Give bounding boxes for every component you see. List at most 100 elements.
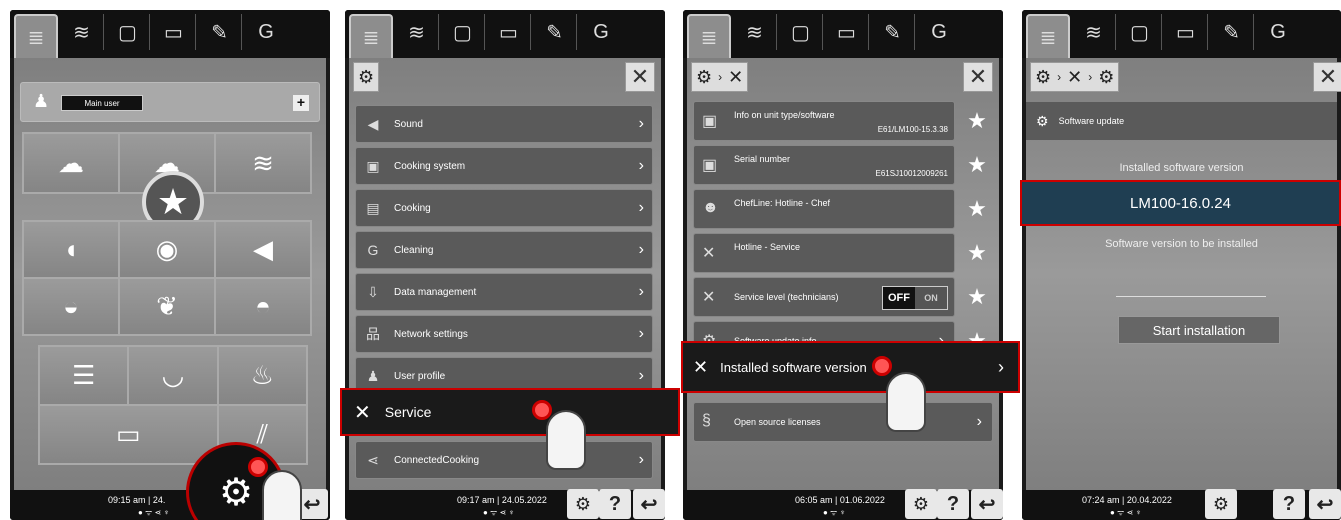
help-button[interactable]: ? xyxy=(1273,489,1305,519)
pan-fry-button[interactable]: ◡ xyxy=(128,346,218,405)
hotline-service-row[interactable]: ✕ Hotline - Service xyxy=(693,233,955,273)
serial-number-row[interactable]: ▣ Serial number E61SJ10012009261 xyxy=(693,145,955,185)
edit-icon: ✎ xyxy=(884,21,901,44)
cleaning-icon: G xyxy=(1270,20,1286,43)
tab-programs[interactable]: ▭ xyxy=(825,14,869,50)
chevron-right-icon: › xyxy=(638,115,644,132)
bakery-button[interactable]: ◓ xyxy=(215,278,311,335)
add-user-button[interactable]: + xyxy=(293,95,309,111)
fish-button[interactable]: ◀ xyxy=(215,221,311,278)
favorite-star-button[interactable]: ★ xyxy=(963,108,991,134)
finishing-button[interactable]: ☰ xyxy=(39,346,129,405)
tab-cookbook[interactable]: ▢ xyxy=(779,14,823,50)
row-value: E61SJ10012009261 xyxy=(875,169,948,178)
tab-cleaning[interactable]: G xyxy=(917,14,961,50)
tab-home[interactable]: ≣ xyxy=(14,14,58,58)
tab-programs[interactable]: ▭ xyxy=(152,14,196,50)
settings-button[interactable]: ⚙ xyxy=(905,489,937,519)
tab-home[interactable]: ≣ xyxy=(687,14,731,58)
user-icon: ♟ xyxy=(366,367,380,384)
favorite-star-button[interactable]: ★ xyxy=(963,152,991,178)
menu-item-connected-cooking[interactable]: ⋖ ConnectedCooking › xyxy=(355,441,653,479)
tab-cleaning[interactable]: G xyxy=(244,14,288,50)
help-button[interactable]: ? xyxy=(599,489,631,519)
home-body: ♟ Main user + ☁ ☁ ≋ ★ ◖ ◉ ◀ ◒ ❦ ◓ ☰ ◡ ♨ … xyxy=(14,58,326,490)
edit-icon: ✎ xyxy=(1223,21,1240,44)
menu-item-label: User profile xyxy=(394,370,446,382)
tab-edit[interactable]: ✎ xyxy=(533,14,577,50)
close-button[interactable]: ✕ xyxy=(1313,62,1341,92)
steam-mode-button[interactable]: ☁ xyxy=(23,133,119,193)
settings-button[interactable]: ⚙ xyxy=(567,489,599,519)
tab-cleaning[interactable]: G xyxy=(579,14,623,50)
info-unit-row[interactable]: ▣ Info on unit type/software E61/LM100-15.… xyxy=(693,101,955,141)
tap-indicator xyxy=(248,457,268,477)
menu-item-cooking[interactable]: ▤ Cooking › xyxy=(355,189,653,227)
close-button[interactable]: ✕ xyxy=(625,62,655,92)
hot-air-mode-button[interactable]: ≋ xyxy=(215,133,311,193)
favorite-star-button[interactable]: ★ xyxy=(963,284,991,310)
tab-modes[interactable]: ≋ xyxy=(733,14,777,50)
cleaning-icon: G xyxy=(593,20,609,43)
service-level-row: ✕ Service level (technicians) OFF ON xyxy=(693,277,955,317)
chevron-right-icon: › xyxy=(638,451,644,468)
menu-item-service[interactable]: ✕ Service xyxy=(340,388,680,436)
egg-dessert-button[interactable]: ◒ xyxy=(23,278,119,335)
service-body: ⚙ › ✕ ✕ ▣ Info on unit type/software E61/LM1… xyxy=(687,58,999,490)
hotline-icon: ✕ xyxy=(702,245,716,262)
tab-bar: ≣ ≋ ▢ ▭ ✎ G xyxy=(1022,10,1341,58)
speaker-icon: ◀ xyxy=(367,115,379,132)
extras-grid: ☰ ◡ ♨ ▭ ⫽ xyxy=(38,345,308,465)
tab-home[interactable]: ≣ xyxy=(349,14,393,58)
user-bar[interactable]: ♟ Main user + xyxy=(20,82,320,122)
vegetables-button[interactable]: ❦ xyxy=(119,278,215,335)
fish-icon: ◀ xyxy=(253,234,273,264)
tab-cookbook[interactable]: ▢ xyxy=(441,14,485,50)
back-button[interactable]: ↩ xyxy=(1309,489,1341,519)
tab-modes[interactable]: ≋ xyxy=(60,14,104,50)
favorite-star-button[interactable]: ★ xyxy=(963,240,991,266)
settings-button[interactable]: ⚙ xyxy=(1205,489,1237,519)
tab-programs[interactable]: ▭ xyxy=(487,14,531,50)
favorite-star-button[interactable]: ★ xyxy=(963,196,991,222)
gear-icon: ⚙ xyxy=(912,494,930,514)
dessert-icon: ◒ xyxy=(63,291,79,321)
poultry-button[interactable]: ◖ xyxy=(23,221,119,278)
food-grid: ◖ ◉ ◀ ◒ ❦ ◓ xyxy=(22,220,312,336)
chevron-right-icon: › xyxy=(638,199,644,216)
open-source-row[interactable]: § Open source licenses › xyxy=(693,402,993,442)
tab-cookbook[interactable]: ▢ xyxy=(1118,14,1162,50)
help-button[interactable]: ? xyxy=(937,489,969,519)
menu-item-network[interactable]: 品 Network settings › xyxy=(355,315,653,353)
service-level-toggle[interactable]: OFF ON xyxy=(882,286,948,310)
service-icon: ✕ xyxy=(354,401,371,424)
tab-modes[interactable]: ≋ xyxy=(395,14,439,50)
tab-edit[interactable]: ✎ xyxy=(871,14,915,50)
menu-item-cleaning[interactable]: G Cleaning › xyxy=(355,231,653,269)
tab-home[interactable]: ≣ xyxy=(1026,14,1070,58)
installed-software-version-row[interactable]: ✕ Installed software version › xyxy=(681,341,1020,393)
tab-edit[interactable]: ✎ xyxy=(198,14,242,50)
meat-button[interactable]: ◉ xyxy=(119,221,215,278)
back-button[interactable]: ↩ xyxy=(633,489,665,519)
pot-button[interactable]: ♨ xyxy=(217,346,307,405)
chefline-row[interactable]: ☻ ChefLine: Hotline - Chef xyxy=(693,189,955,229)
menu-item-data-management[interactable]: ⇩ Data management › xyxy=(355,273,653,311)
tab-programs[interactable]: ▭ xyxy=(1164,14,1208,50)
tab-cookbook[interactable]: ▢ xyxy=(106,14,150,50)
hot-air-icon: ≋ xyxy=(252,147,274,178)
screen-home: ≣ ≋ ▢ ▭ ✎ G ♟ Main user + ☁ ☁ ≋ ★ ◖ ◉ ◀ … xyxy=(10,10,330,520)
tab-modes[interactable]: ≋ xyxy=(1072,14,1116,50)
chevron-right-icon: › xyxy=(638,325,644,342)
close-button[interactable]: ✕ xyxy=(963,62,993,92)
back-button[interactable]: ↩ xyxy=(971,489,1003,519)
low-temp-button[interactable]: ▭ xyxy=(39,405,218,464)
share-icon: ⋖ xyxy=(367,451,379,468)
tab-edit[interactable]: ✎ xyxy=(1210,14,1254,50)
menu-item-cooking-system[interactable]: ▣ Cooking system › xyxy=(355,147,653,185)
back-icon: ↩ xyxy=(1316,493,1334,516)
row-label: ChefLine: Hotline - Chef xyxy=(734,198,831,208)
tab-cleaning[interactable]: G xyxy=(1256,14,1300,50)
menu-item-sound[interactable]: ◀ Sound › xyxy=(355,105,653,143)
start-installation-button[interactable]: Start installation xyxy=(1118,316,1280,344)
